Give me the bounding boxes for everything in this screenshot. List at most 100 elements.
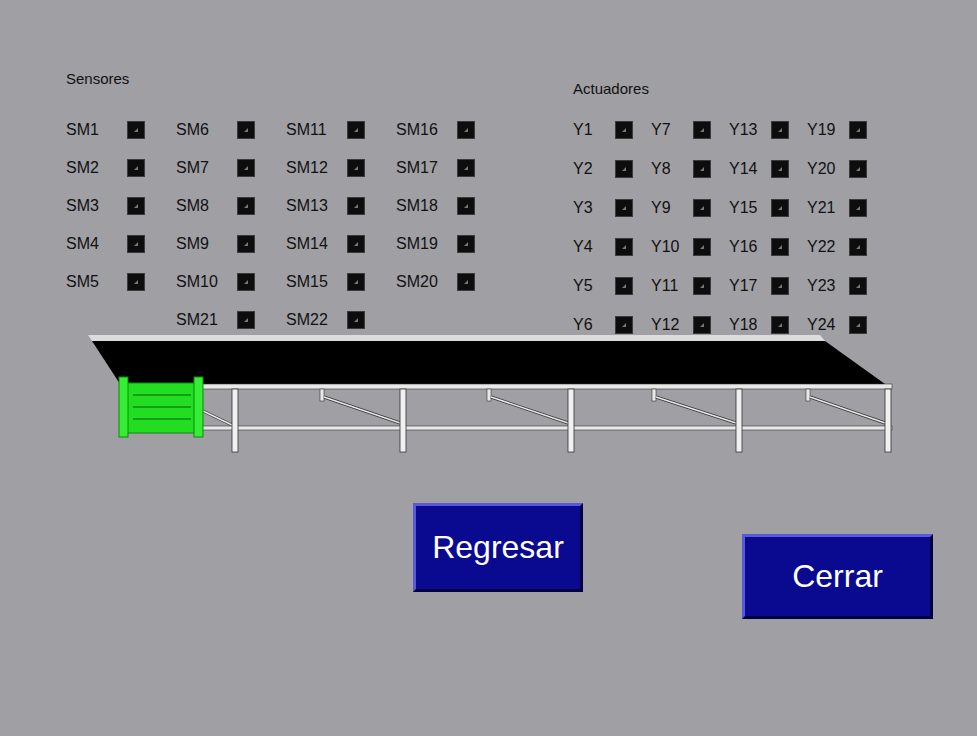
sensor-column: SM16 SM17 SM18 SM19 SM20 xyxy=(396,120,475,292)
sensor-lamp xyxy=(127,121,145,139)
actuator-indicator: Y23 xyxy=(807,276,867,296)
actuator-label: Y14 xyxy=(729,160,771,178)
actuator-lamp xyxy=(849,238,867,256)
action-button[interactable]: Cerrar xyxy=(742,534,933,619)
sensor-indicator: SM4 xyxy=(66,234,145,254)
sensor-lamp xyxy=(347,121,365,139)
sensor-lamp xyxy=(457,121,475,139)
sensor-indicator: SM10 xyxy=(176,272,255,292)
actuator-lamp xyxy=(849,160,867,178)
sensor-label: SM8 xyxy=(176,197,237,215)
sensor-label: SM11 xyxy=(286,121,347,139)
actuator-indicator: Y17 xyxy=(729,276,789,296)
actuator-label: Y23 xyxy=(807,277,849,295)
actuator-label: Y10 xyxy=(651,238,693,256)
actuator-indicator: Y9 xyxy=(651,198,711,218)
sensor-indicator: SM19 xyxy=(396,234,475,254)
actuator-indicator: Y3 xyxy=(573,198,633,218)
sensor-label: SM3 xyxy=(66,197,127,215)
actuator-lamp xyxy=(615,199,633,217)
sensor-indicator: SM3 xyxy=(66,196,145,216)
actuator-label: Y21 xyxy=(807,199,849,217)
sensor-indicator: SM22 xyxy=(286,310,365,330)
actuator-label: Y16 xyxy=(729,238,771,256)
sensor-indicator: SM18 xyxy=(396,196,475,216)
sensor-label: SM15 xyxy=(286,273,347,291)
actuator-label: Y3 xyxy=(573,199,615,217)
actuator-label: Y24 xyxy=(807,316,849,334)
actuator-lamp xyxy=(693,121,711,139)
actuator-label: Y9 xyxy=(651,199,693,217)
sensor-lamp xyxy=(127,235,145,253)
sensor-label: SM12 xyxy=(286,159,347,177)
actuator-indicator: Y12 xyxy=(651,315,711,335)
sensor-indicator: SM5 xyxy=(66,272,145,292)
actuator-lamp xyxy=(771,277,789,295)
actuator-label: Y22 xyxy=(807,238,849,256)
actuator-indicator: Y7 xyxy=(651,120,711,140)
sensor-label: SM19 xyxy=(396,235,457,253)
conveyor xyxy=(88,335,977,455)
sensor-label: SM20 xyxy=(396,273,457,291)
actuator-indicator: Y14 xyxy=(729,159,789,179)
actuator-indicator: Y5 xyxy=(573,276,633,296)
actuator-lamp xyxy=(615,316,633,334)
actuator-lamp xyxy=(693,316,711,334)
sensor-indicator: SM1 xyxy=(66,120,145,140)
actuator-label: Y11 xyxy=(651,277,693,295)
sensor-lamp xyxy=(127,273,145,291)
sensor-lamp xyxy=(127,197,145,215)
sensor-label: SM4 xyxy=(66,235,127,253)
actuator-indicator: Y24 xyxy=(807,315,867,335)
sensor-indicator: SM11 xyxy=(286,120,365,140)
sensor-indicator: SM13 xyxy=(286,196,365,216)
sensor-indicator: SM20 xyxy=(396,272,475,292)
sensor-lamp xyxy=(237,121,255,139)
sensor-lamp xyxy=(457,197,475,215)
sensor-lamp xyxy=(347,273,365,291)
sensor-label: SM18 xyxy=(396,197,457,215)
sensor-lamp xyxy=(347,235,365,253)
sensor-label: SM21 xyxy=(176,311,237,329)
actuator-lamp xyxy=(771,238,789,256)
actuator-indicator: Y15 xyxy=(729,198,789,218)
actuators-panel: Actuadores Y1 Y2 Y3 Y4 Y5 Y6 Y7 Y8 Y9 Y1… xyxy=(573,80,867,335)
sensor-lamp xyxy=(347,197,365,215)
sensor-lamp xyxy=(127,159,145,177)
action-button[interactable]: Regresar xyxy=(413,503,583,592)
sensor-lamp xyxy=(237,273,255,291)
actuator-lamp xyxy=(771,199,789,217)
actuator-lamp xyxy=(771,121,789,139)
sensor-label: SM17 xyxy=(396,159,457,177)
sensor-indicator: SM15 xyxy=(286,272,365,292)
sensor-column: SM11 SM12 SM13 SM14 SM15 SM22 xyxy=(286,120,365,330)
actuator-lamp xyxy=(693,277,711,295)
actuator-label: Y1 xyxy=(573,121,615,139)
sensor-indicator: SM16 xyxy=(396,120,475,140)
actuator-lamp xyxy=(615,121,633,139)
actuator-lamp xyxy=(615,277,633,295)
actuator-label: Y20 xyxy=(807,160,849,178)
sensors-title: Sensores xyxy=(66,70,475,88)
sensor-lamp xyxy=(237,197,255,215)
sensor-label: SM1 xyxy=(66,121,127,139)
actuator-indicator: Y6 xyxy=(573,315,633,335)
sensor-label: SM22 xyxy=(286,311,347,329)
sensor-label: SM14 xyxy=(286,235,347,253)
actuator-indicator: Y10 xyxy=(651,237,711,257)
actuator-column: Y7 Y8 Y9 Y10 Y11 Y12 xyxy=(651,120,711,335)
sensor-lamp xyxy=(237,159,255,177)
pallet-icon xyxy=(119,377,203,437)
sensor-label: SM6 xyxy=(176,121,237,139)
sensor-label: SM5 xyxy=(66,273,127,291)
actuator-indicator: Y2 xyxy=(573,159,633,179)
sensor-label: SM2 xyxy=(66,159,127,177)
sensor-indicator: SM12 xyxy=(286,158,365,178)
actuator-indicator: Y19 xyxy=(807,120,867,140)
actuator-indicator: Y13 xyxy=(729,120,789,140)
actuator-label: Y7 xyxy=(651,121,693,139)
sensor-column: SM1 SM2 SM3 SM4 SM5 xyxy=(66,120,145,292)
actuator-indicator: Y21 xyxy=(807,198,867,218)
actuator-label: Y6 xyxy=(573,316,615,334)
actuator-label: Y4 xyxy=(573,238,615,256)
